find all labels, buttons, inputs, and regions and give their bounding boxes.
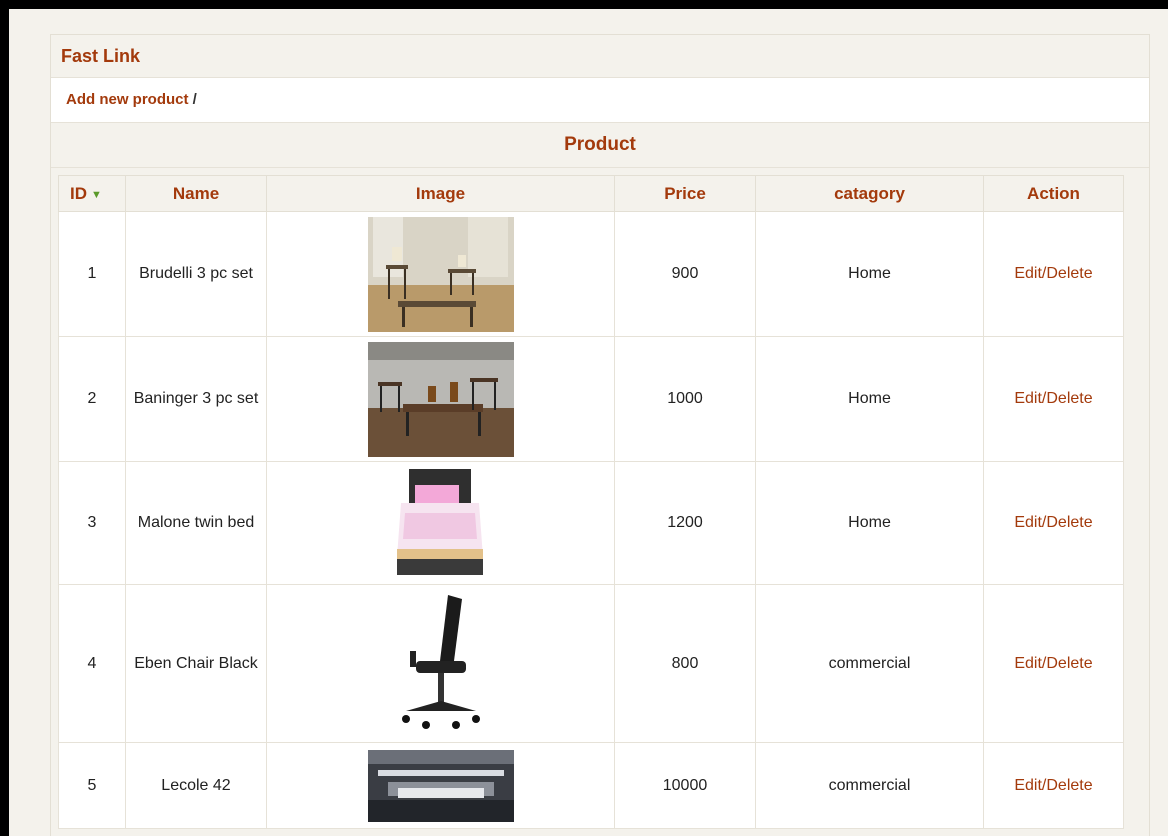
row-name: Brudelli 3 pc set <box>125 211 267 337</box>
edit-delete-link[interactable]: Edit/Delete <box>983 336 1124 462</box>
row-id: 5 <box>58 742 126 829</box>
column-header-price[interactable]: Price <box>614 175 756 212</box>
row-image-cell <box>266 211 615 337</box>
row-image-cell <box>266 742 615 829</box>
row-image-cell <box>266 336 615 462</box>
row-category: Home <box>755 211 984 337</box>
row-price: 900 <box>614 211 756 337</box>
row-category: Home <box>755 461 984 585</box>
page-frame: Fast Link Add new product / Product ID ▼ … <box>9 9 1168 836</box>
sort-down-arrow-icon[interactable]: ▼ <box>91 189 102 201</box>
row-id: 2 <box>58 336 126 462</box>
edit-delete-link[interactable]: Edit/Delete <box>983 584 1124 743</box>
product-heading: Product <box>51 123 1149 168</box>
row-id: 1 <box>58 211 126 337</box>
table-row: 4 Eben Chair Black 800 commercial Edit/D… <box>58 584 1124 743</box>
living-room-tables-image <box>367 216 514 332</box>
add-new-product-link[interactable]: Add new product <box>66 91 189 108</box>
link-separator: / <box>192 91 197 108</box>
office-chair-image <box>401 594 480 729</box>
column-header-image[interactable]: Image <box>266 175 615 212</box>
column-header-category[interactable]: catagory <box>755 175 984 212</box>
edit-delete-link[interactable]: Edit/Delete <box>983 461 1124 585</box>
row-category: commercial <box>755 584 984 743</box>
table-header-row: ID ▼ Name Image Price catagory Action <box>58 175 1124 212</box>
twin-bed-image <box>396 469 483 575</box>
row-price: 10000 <box>614 742 756 829</box>
table-row: 3 Malone twin bed 1200 Home Edit/Delete <box>58 461 1124 585</box>
row-name: Eben Chair Black <box>125 584 267 743</box>
content-panel: Fast Link Add new product / Product ID ▼ … <box>50 34 1150 836</box>
column-header-action[interactable]: Action <box>983 175 1124 212</box>
row-category: Home <box>755 336 984 462</box>
edit-delete-link[interactable]: Edit/Delete <box>983 211 1124 337</box>
row-price: 800 <box>614 584 756 743</box>
row-price: 1200 <box>614 461 756 585</box>
row-name: Lecole 42 <box>125 742 267 829</box>
row-category: commercial <box>755 742 984 829</box>
table-wrapper: ID ▼ Name Image Price catagory Action 1 B… <box>51 168 1149 836</box>
row-image-cell <box>266 584 615 743</box>
column-header-id[interactable]: ID ▼ <box>58 175 126 212</box>
edit-delete-link[interactable]: Edit/Delete <box>983 742 1124 829</box>
table-row: 1 Brudelli 3 pc set 900 Home Edit/Delete <box>58 211 1124 337</box>
fast-link-bar: Add new product / <box>51 78 1149 123</box>
row-image-cell <box>266 461 615 585</box>
living-room-tables-image <box>367 341 514 457</box>
fast-link-title: Fast Link <box>51 35 1149 78</box>
table-row: 5 Lecole 42 10000 commercial Edit/Delete <box>58 742 1124 829</box>
row-name: Baninger 3 pc set <box>125 336 267 462</box>
row-id: 3 <box>58 461 126 585</box>
column-header-name[interactable]: Name <box>125 175 267 212</box>
row-name: Malone twin bed <box>125 461 267 585</box>
product-table: ID ▼ Name Image Price catagory Action 1 B… <box>58 175 1124 829</box>
row-id: 4 <box>58 584 126 743</box>
row-price: 1000 <box>614 336 756 462</box>
office-interior-image <box>367 749 514 822</box>
table-row: 2 Baninger 3 pc set 1000 Home Edit/Delet… <box>58 336 1124 462</box>
